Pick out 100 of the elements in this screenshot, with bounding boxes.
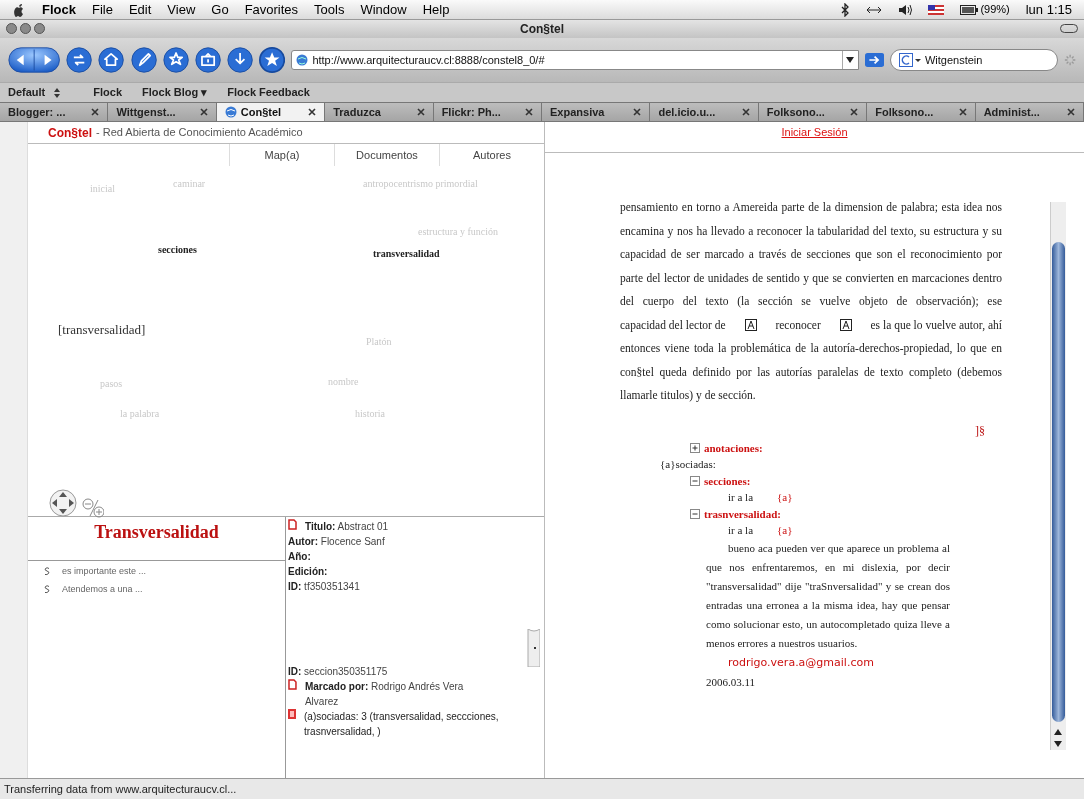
- browser-tab[interactable]: Wittgenst...: [108, 103, 217, 121]
- browser-tab[interactable]: Folksono...: [867, 103, 976, 121]
- browser-tab[interactable]: Flickr: Ph...: [433, 103, 543, 121]
- close-tab-icon[interactable]: [958, 108, 967, 116]
- browser-tab[interactable]: Con§tel: [216, 103, 326, 121]
- close-tab-icon[interactable]: [308, 108, 317, 116]
- upload-icon[interactable]: [194, 45, 222, 75]
- apple-menu-icon[interactable]: [12, 1, 26, 18]
- clock[interactable]: lun 1:15: [1025, 0, 1072, 20]
- login-link[interactable]: Iniciar Sesión: [781, 124, 848, 138]
- section-marker[interactable]: ]§: [975, 421, 985, 440]
- nav-link[interactable]: Documentos: [334, 144, 439, 166]
- document-icon: [288, 519, 297, 530]
- resize-handle-icon[interactable]: [526, 629, 540, 667]
- annotation-heading[interactable]: secciones:: [704, 472, 751, 489]
- scrollbar[interactable]: [1050, 202, 1066, 750]
- battery-percent: (99%): [980, 2, 1010, 18]
- go-button[interactable]: [864, 52, 884, 68]
- browser-tab[interactable]: Administ...: [975, 103, 1084, 121]
- comment-date: 2006.03.11: [706, 675, 757, 690]
- bluetooth-icon[interactable]: [840, 2, 851, 17]
- site-tagline: - Red Abierta de Conocimiento Académico: [96, 125, 303, 141]
- minimize-button[interactable]: [20, 23, 31, 34]
- bookmark-link[interactable]: Flock Blog ▾: [142, 84, 208, 101]
- globe-icon: [224, 106, 237, 118]
- home-icon[interactable]: [98, 45, 125, 75]
- cloud-word[interactable]: transversalidad: [373, 246, 440, 261]
- annotation-heading[interactable]: trasnversalidad:: [704, 505, 781, 522]
- window-title: Con§tel: [520, 21, 564, 38]
- close-tab-icon[interactable]: [91, 108, 100, 116]
- menu-item[interactable]: Window: [360, 0, 407, 20]
- battery-status[interactable]: (99%): [960, 1, 1010, 18]
- highlight-marker-icon[interactable]: [744, 319, 757, 332]
- app-menu[interactable]: Flock: [42, 0, 76, 20]
- menu-item[interactable]: View: [167, 0, 196, 20]
- site-logo[interactable]: Con§tel: [48, 123, 92, 142]
- search-field[interactable]: Witgenstein: [889, 49, 1058, 71]
- search-engine-icon[interactable]: [898, 53, 921, 67]
- battery-icon: [960, 4, 979, 15]
- association-link[interactable]: {a}: [777, 489, 793, 506]
- menu-item[interactable]: Edit: [128, 0, 152, 20]
- globe-icon: [296, 54, 309, 66]
- close-tab-icon[interactable]: [741, 108, 750, 116]
- highlight-marker-icon[interactable]: [839, 319, 852, 332]
- close-tab-icon[interactable]: [1067, 108, 1076, 116]
- cloud-word[interactable]: secciones: [158, 242, 197, 257]
- flag-icon[interactable]: [928, 4, 945, 15]
- browser-tab[interactable]: del.icio.u...: [650, 103, 759, 121]
- browser-tab[interactable]: Folksono...: [758, 103, 868, 121]
- close-tab-icon[interactable]: [850, 108, 859, 116]
- close-tab-icon[interactable]: [416, 108, 425, 116]
- menu-item[interactable]: Go: [211, 0, 229, 20]
- goto-text: ir a la: [728, 490, 754, 505]
- search-text: Witgenstein: [924, 52, 983, 68]
- browser-tab[interactable]: Expansiva: [542, 103, 651, 121]
- article-text: reconocer: [775, 317, 821, 333]
- menu-item[interactable]: Favorites: [244, 0, 299, 20]
- back-forward-button[interactable]: [8, 45, 61, 75]
- download-icon[interactable]: [227, 45, 254, 75]
- pan-control-icon[interactable]: [48, 488, 78, 518]
- field-text: Marcado por: Rodrigo Andrés Vera Alvarez: [304, 680, 465, 709]
- author-email[interactable]: rodrigo.vera.a@gmail.com: [706, 654, 950, 671]
- tag-icon: [288, 709, 296, 719]
- article-text: capacidad del lector de: [620, 317, 726, 334]
- close-tab-icon[interactable]: [199, 108, 208, 116]
- bookmark-link[interactable]: Flock: [93, 84, 122, 101]
- sync-icon[interactable]: [66, 45, 93, 75]
- close-tab-icon[interactable]: [525, 108, 534, 116]
- menu-item[interactable]: Tools: [314, 0, 345, 20]
- section-link[interactable]: es importante este ...: [62, 565, 147, 579]
- goto-text: ir a la: [728, 523, 754, 538]
- pen-icon[interactable]: [130, 45, 157, 75]
- menu-item[interactable]: Help: [422, 0, 450, 20]
- scrollbar-thumb[interactable]: [1052, 242, 1065, 722]
- annotation-label: {a}sociadas:: [660, 457, 717, 472]
- section-link[interactable]: Atendemos a una ...: [62, 582, 143, 596]
- collapse-icon[interactable]: [690, 475, 700, 486]
- cloud-word[interactable]: [transversalidad]: [58, 320, 146, 340]
- arrows-icon[interactable]: [866, 4, 883, 15]
- nav-link[interactable]: Autores: [439, 144, 544, 166]
- bookmark-link[interactable]: Flock Feedback: [227, 84, 310, 101]
- association-link[interactable]: {a}: [777, 522, 793, 539]
- nav-link[interactable]: Map(a): [229, 144, 334, 166]
- expand-icon[interactable]: [690, 442, 700, 453]
- menu-item[interactable]: File: [91, 0, 113, 20]
- volume-icon[interactable]: [898, 3, 913, 16]
- close-button[interactable]: [6, 23, 17, 34]
- comment-text: bueno aca pueden ver que aparece un problema al que nos enfrentaremos, en mi dislexia, por decir "transversalidad" dije "traSnversalidad" y se crean dos entradas una erronea a la misma idea, hay que pensar como solucionar esto, un autocompletado quiza lleve a menos errores a nuestros usuarios.: [706, 540, 950, 651]
- annotation-heading[interactable]: anotaciones:: [704, 439, 763, 456]
- field-text: Año:: [288, 550, 311, 564]
- close-tab-icon[interactable]: [633, 108, 642, 116]
- address-field[interactable]: http://www.arquitecturaucv.cl:8888/constel8_0/#: [291, 50, 859, 70]
- updown-icon: [53, 87, 62, 98]
- zoom-button[interactable]: [34, 23, 45, 34]
- browser-tab[interactable]: Traduzca: [325, 103, 434, 121]
- activity-spinner-icon: [1063, 53, 1077, 67]
- collapse-icon[interactable]: [690, 508, 700, 519]
- browser-tab[interactable]: Blogger: ...: [0, 103, 109, 121]
- folder-dropdown[interactable]: Default: [8, 84, 62, 101]
- field-text: ID: tf350351341: [288, 580, 360, 594]
